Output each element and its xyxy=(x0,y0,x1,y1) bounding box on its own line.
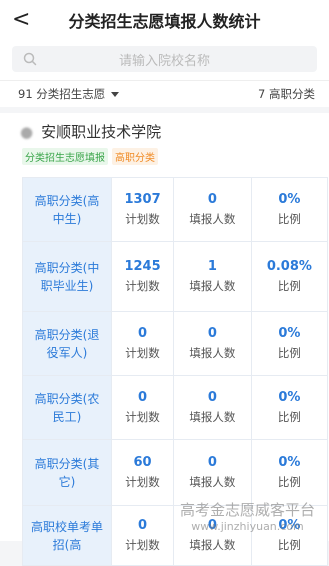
search-input[interactable]: 请输入院校名称 xyxy=(12,46,317,72)
plan-value: 1245 xyxy=(124,259,161,274)
filter-bar: 91 分类招生志愿 7 高职分类 xyxy=(0,80,329,107)
plan-cell: 0 计划数 xyxy=(110,505,175,566)
watermark: 高考金志愿威客平台 www.jinzhiyuan.com xyxy=(180,499,315,533)
applied-caption: 填报人数 xyxy=(189,538,236,552)
ratio-caption: 比例 xyxy=(277,346,301,360)
school-card: ● 安顺职业技术学院 分类招生志愿填报 高职分类 高职分类(高中生) 1307 计… xyxy=(0,113,329,566)
ratio-cell: 0.08% 比例 xyxy=(250,241,329,312)
applied-cell: 0 填报人数 xyxy=(173,375,252,440)
plan-value: 60 xyxy=(133,455,152,470)
nav-bar: < 分类招生志愿填报人数统计 xyxy=(0,0,329,40)
school-logo-icon: ● xyxy=(20,122,34,141)
plan-value: 0 xyxy=(138,390,148,405)
applied-value: 1 xyxy=(207,259,217,274)
applied-cell: 0 填报人数 xyxy=(173,311,252,376)
applied-caption: 填报人数 xyxy=(189,279,236,293)
plan-cell: 60 计划数 xyxy=(110,439,175,506)
count-label: 7 高职分类 xyxy=(258,87,315,101)
plan-cell: 1307 计划数 xyxy=(110,177,175,242)
search-icon xyxy=(23,52,37,66)
caret-down-icon xyxy=(111,92,120,97)
school-name-text: 安顺职业技术学院 xyxy=(41,123,162,141)
table-row: 高职分类(其它) 60 计划数 0 填报人数 0% 比例 xyxy=(22,439,329,506)
category-dropdown-label: 91 分类招生志愿 xyxy=(18,87,106,101)
plan-value: 0 xyxy=(138,518,148,533)
applied-value: 0 xyxy=(207,390,217,405)
applied-caption: 填报人数 xyxy=(189,475,236,489)
plan-caption: 计划数 xyxy=(125,410,160,424)
search-bar: 请输入院校名称 xyxy=(0,40,329,80)
applied-value: 0 xyxy=(207,455,217,470)
plan-caption: 计划数 xyxy=(125,212,160,226)
applied-value: 0 xyxy=(207,192,217,207)
applied-cell: 0 填报人数 xyxy=(173,439,252,506)
plan-cell: 0 计划数 xyxy=(110,311,175,376)
ratio-value: 0% xyxy=(278,192,301,207)
applied-caption: 填报人数 xyxy=(189,212,236,226)
table-row: 高职分类(退役军人) 0 计划数 0 填报人数 0% 比例 xyxy=(22,311,329,376)
row-label: 高职分类(高中生) xyxy=(22,177,112,242)
plan-cell: 0 计划数 xyxy=(110,375,175,440)
ratio-caption: 比例 xyxy=(277,212,301,226)
plan-cell: 1245 计划数 xyxy=(110,241,175,312)
row-label: 高职校单考单招(高 xyxy=(22,505,112,566)
search-placeholder: 请输入院校名称 xyxy=(118,53,210,69)
ratio-caption: 比例 xyxy=(277,538,301,552)
school-name: ● 安顺职业技术学院 xyxy=(20,121,329,142)
category-dropdown[interactable]: 91 分类招生志愿 xyxy=(18,86,120,102)
plan-caption: 计划数 xyxy=(125,475,160,489)
plan-caption: 计划数 xyxy=(125,346,160,360)
tag-list: 分类招生志愿填报 高职分类 xyxy=(22,148,329,165)
plan-value: 0 xyxy=(138,326,148,341)
plan-caption: 计划数 xyxy=(125,279,160,293)
ratio-cell: 0% 比例 xyxy=(250,177,329,242)
back-icon[interactable]: < xyxy=(12,6,30,34)
ratio-cell: 0% 比例 xyxy=(250,311,329,376)
table-row: 高职分类(高中生) 1307 计划数 0 填报人数 0% 比例 xyxy=(22,177,329,242)
ratio-caption: 比例 xyxy=(277,475,301,489)
table-row: 高职分类(中职毕业生) 1245 计划数 1 填报人数 0.08% 比例 xyxy=(22,241,329,312)
ratio-value: 0% xyxy=(278,455,301,470)
applied-value: 0 xyxy=(207,326,217,341)
row-label: 高职分类(农民工) xyxy=(22,375,112,440)
ratio-cell: 0% 比例 xyxy=(250,375,329,440)
plan-caption: 计划数 xyxy=(125,538,160,552)
page-title: 分类招生志愿填报人数统计 xyxy=(68,12,261,31)
applied-caption: 填报人数 xyxy=(189,410,236,424)
ratio-caption: 比例 xyxy=(277,279,301,293)
tag-higher-vocational: 高职分类 xyxy=(112,148,158,165)
plan-value: 1307 xyxy=(124,192,161,207)
applied-cell: 1 填报人数 xyxy=(173,241,252,312)
tag-category-volunteer: 分类招生志愿填报 xyxy=(22,148,108,165)
ratio-value: 0.08% xyxy=(266,259,312,274)
ratio-cell: 0% 比例 xyxy=(250,439,329,506)
row-label: 高职分类(其它) xyxy=(22,439,112,506)
ratio-value: 0% xyxy=(278,326,301,341)
table-row: 高职分类(农民工) 0 计划数 0 填报人数 0% 比例 xyxy=(22,375,329,440)
ratio-value: 0% xyxy=(278,390,301,405)
watermark-url: www.jinzhiyuan.com xyxy=(191,520,304,533)
ratio-caption: 比例 xyxy=(277,410,301,424)
applied-caption: 填报人数 xyxy=(189,346,236,360)
watermark-title: 高考金志愿威客平台 xyxy=(179,501,315,519)
row-label: 高职分类(中职毕业生) xyxy=(22,241,112,312)
applied-cell: 0 填报人数 xyxy=(173,177,252,242)
row-label: 高职分类(退役军人) xyxy=(22,311,112,376)
